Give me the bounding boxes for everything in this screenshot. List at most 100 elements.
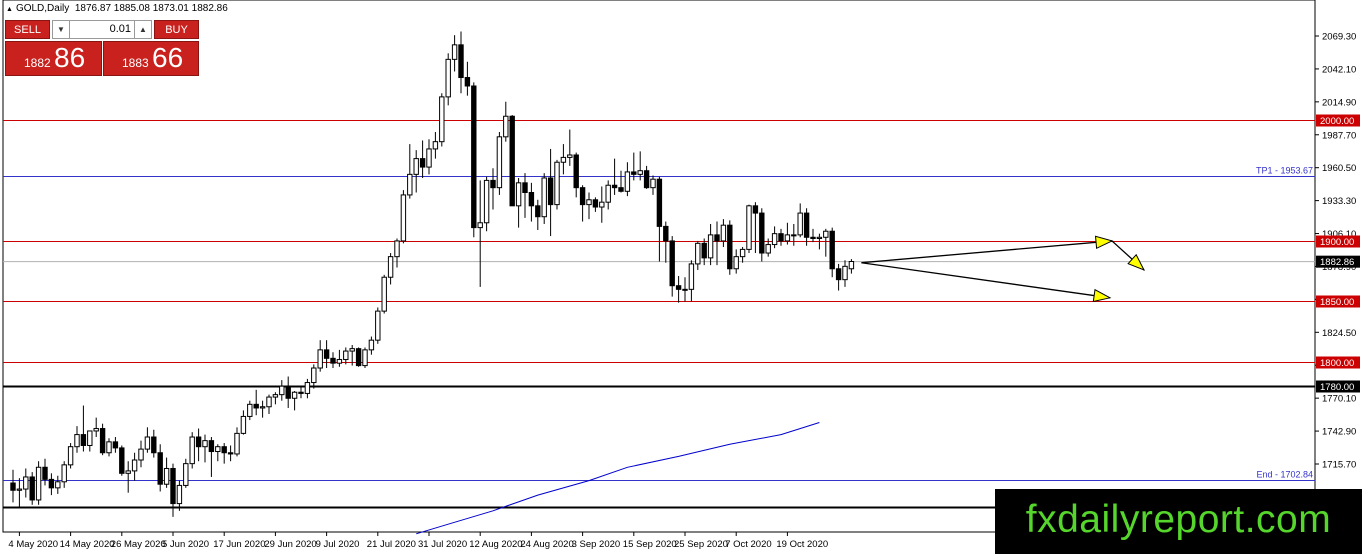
bullish-candle (823, 230, 829, 238)
buy-button[interactable]: BUY (154, 20, 199, 39)
bullish-candle (387, 256, 394, 278)
bullish-candle (451, 44, 458, 60)
bearish-candle (547, 177, 554, 206)
bullish-candle (343, 350, 349, 361)
bullish-candle (413, 158, 419, 175)
bullish-candle (624, 171, 631, 192)
bullish-candle (599, 201, 605, 208)
bearish-candle (675, 285, 682, 290)
y-tick-label: 1960.50 (1322, 163, 1356, 174)
x-tick-label: 3 Sep 2020 (572, 539, 621, 550)
y-tick-label: 2042.10 (1322, 64, 1356, 75)
bearish-candle (631, 171, 637, 175)
bullish-candle (695, 242, 701, 265)
bearish-candle (227, 452, 234, 455)
bearish-candle (221, 446, 227, 454)
plot-area (2, 0, 1316, 533)
x-tick-label: 21 Jul 2020 (367, 539, 416, 550)
bearish-candle (42, 466, 48, 480)
y-tick-label: 2069.30 (1322, 32, 1356, 43)
bullish-candle (144, 436, 151, 450)
bullish-candle (816, 236, 823, 240)
y-tick-label: 1933.30 (1322, 196, 1356, 207)
bearish-candle (99, 428, 106, 454)
y-tick-label: 1742.90 (1322, 427, 1356, 438)
level-price-label: 1800.00 (1320, 358, 1354, 369)
watermark-text: fxdailyreport.com (1025, 498, 1332, 541)
bullish-candle (400, 194, 407, 242)
bullish-candle (106, 441, 112, 454)
bullish-candle (317, 349, 323, 369)
bullish-candle (426, 148, 432, 168)
bullish-candle (163, 467, 170, 485)
x-tick-label: 17 Jun 2020 (213, 539, 265, 550)
bearish-candle (592, 199, 599, 208)
x-tick-label: 7 Oct 2020 (725, 539, 771, 550)
bullish-candle (688, 263, 695, 290)
bullish-candle (848, 260, 855, 270)
bullish-candle (567, 154, 573, 158)
sell-button[interactable]: SELL (5, 20, 50, 39)
bullish-candle (272, 394, 279, 398)
x-tick-label: 26 May 2020 (111, 539, 166, 550)
bearish-candle (663, 225, 669, 242)
bearish-candle (419, 158, 426, 168)
bullish-candle (87, 430, 93, 446)
level-text-label: TP1 - 1953.67 (1256, 166, 1313, 176)
bullish-candle (35, 466, 42, 501)
bullish-candle (394, 240, 400, 258)
bullish-candle (496, 136, 503, 189)
bullish-candle (125, 470, 131, 474)
one-click-trading-panel: SELL ▼ 0.01 ▲ BUY 1882 86 1883 66 (5, 20, 199, 76)
bullish-candle (362, 349, 368, 367)
bullish-candle (176, 484, 183, 505)
bullish-candle (240, 415, 247, 434)
bullish-candle (336, 359, 343, 364)
bullish-candle (311, 367, 317, 384)
price-chart: 2069.30 2042.10 2014.90 1987.70 1960.50 1933.… (2, 0, 1360, 550)
bearish-candle (759, 212, 765, 254)
bearish-candle (509, 115, 515, 207)
bearish-candle (151, 436, 157, 454)
collapse-triangle-icon[interactable]: ▲ (6, 6, 13, 13)
bullish-candle (61, 464, 67, 483)
lot-size-input[interactable]: 0.01 (71, 21, 133, 38)
symbol-header: ▲ GOLD,Daily 1876.87 1885.08 1873.01 1882… (6, 3, 228, 14)
bullish-candle (183, 463, 189, 486)
bearish-candle (535, 205, 541, 218)
bullish-candle (483, 179, 490, 224)
bullish-candle (381, 276, 387, 312)
x-tick-label: 5 Jun 2020 (162, 539, 209, 550)
bullish-candle (797, 212, 803, 236)
bullish-candle (541, 177, 547, 218)
bearish-candle (714, 234, 720, 242)
bearish-candle (573, 154, 579, 189)
bearish-candle (643, 170, 650, 189)
current-price-label: 1882.86 (1320, 257, 1354, 268)
bullish-candle (279, 385, 285, 396)
x-tick-label: 12 Aug 2020 (469, 539, 522, 550)
bearish-candle (355, 348, 362, 367)
lot-size-stepper[interactable]: ▼ 0.01 ▲ (52, 20, 152, 39)
y-tick-label: 1987.70 (1322, 130, 1356, 141)
bullish-candle (771, 233, 778, 246)
bullish-candle (23, 476, 29, 490)
bullish-candle (407, 173, 413, 196)
bearish-candle (208, 440, 215, 453)
bearish-candle (330, 357, 336, 364)
bearish-candle (727, 224, 733, 270)
bullish-candle (842, 265, 848, 281)
bullish-candle (682, 288, 688, 291)
sell-price-box[interactable]: 1882 86 (5, 41, 102, 76)
bullish-candle (189, 436, 195, 465)
lot-decrease-arrow-icon[interactable]: ▼ (53, 21, 70, 38)
bearish-candle (471, 85, 477, 229)
lot-increase-arrow-icon[interactable]: ▲ (134, 21, 151, 38)
bullish-candle (560, 156, 567, 163)
bearish-candle (522, 182, 528, 194)
y-tick-label: 1715.70 (1322, 460, 1356, 471)
bearish-candle (112, 441, 119, 449)
y-tick-label: 1770.10 (1322, 394, 1356, 405)
bullish-candle (67, 446, 74, 466)
buy-price-box[interactable]: 1883 66 (103, 41, 199, 76)
